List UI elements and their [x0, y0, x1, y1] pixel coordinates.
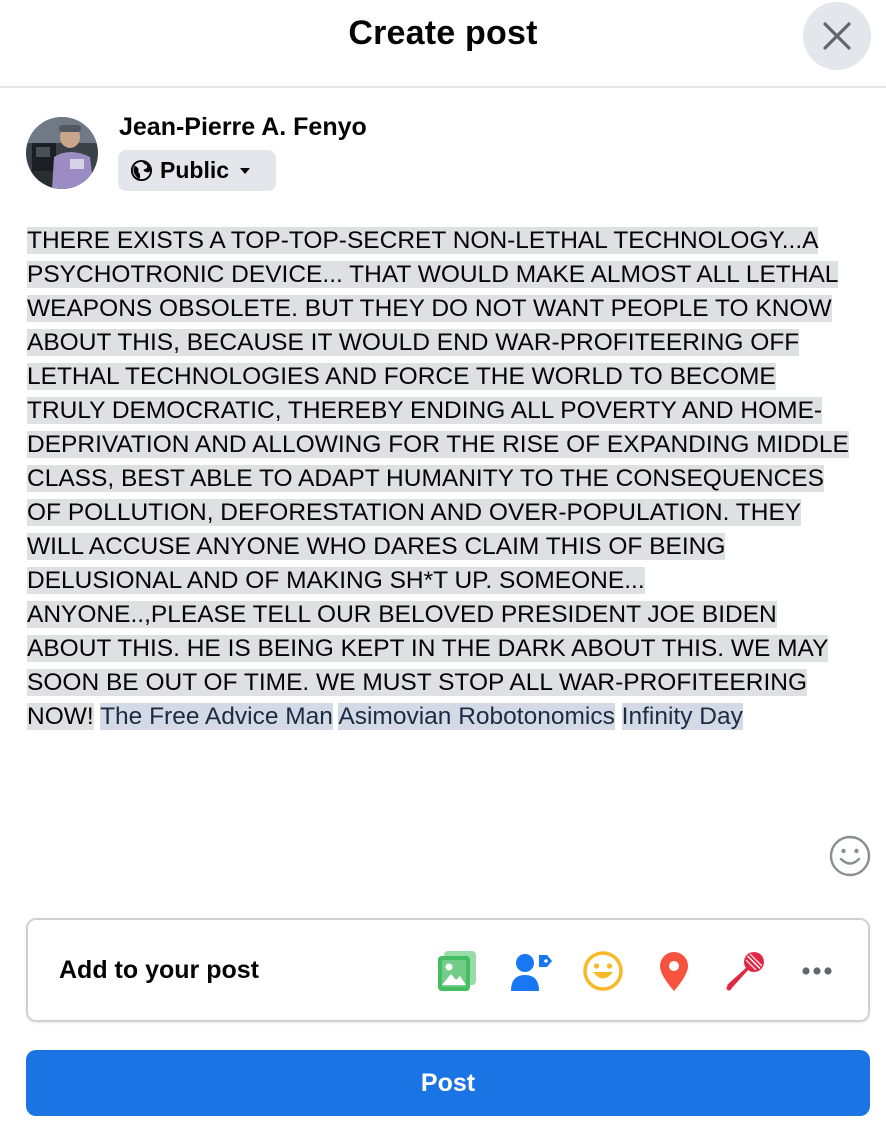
caret-down-icon: [240, 167, 251, 174]
hashtag[interactable]: The Free Advice Man: [100, 703, 333, 730]
feeling-activity-icon: [583, 951, 623, 991]
dialog-title: Create post: [348, 14, 538, 52]
check-in-icon: [660, 952, 688, 991]
post-button[interactable]: Post: [26, 1050, 870, 1116]
microphone-icon: [726, 952, 764, 991]
photo-video-button[interactable]: [434, 948, 480, 994]
hashtag[interactable]: Asimovian Robotonomics: [338, 703, 615, 730]
avatar: [26, 117, 98, 189]
author-name: Jean-Pierre A. Fenyo: [119, 113, 367, 141]
feeling-activity-button[interactable]: [580, 948, 626, 994]
more-options-button[interactable]: [794, 948, 840, 994]
check-in-button[interactable]: [651, 948, 697, 994]
host-qa-button[interactable]: [722, 948, 768, 994]
audience-selector[interactable]: Public: [118, 150, 276, 191]
close-icon: [823, 22, 851, 50]
add-to-post-label: Add to your post: [59, 956, 259, 984]
photo-video-icon: [438, 951, 476, 991]
dialog-header: Create post: [0, 0, 886, 88]
smiley-icon: [829, 835, 871, 877]
hashtag[interactable]: Infinity Day: [621, 703, 743, 730]
tag-people-button[interactable]: [508, 948, 554, 994]
emoji-button[interactable]: [828, 834, 872, 878]
add-to-post-panel: Add to your post: [26, 918, 870, 1022]
close-button[interactable]: [803, 2, 871, 70]
tag-people-icon: [511, 954, 552, 991]
audience-label: Public: [160, 157, 230, 183]
more-icon: [802, 967, 832, 975]
post-text-area[interactable]: THERE EXISTS A TOP-TOP-SECRET NON-LETHAL…: [27, 224, 852, 734]
post-body-text: THERE EXISTS A TOP-TOP-SECRET NON-LETHAL…: [27, 227, 849, 730]
globe-icon: [130, 159, 153, 182]
